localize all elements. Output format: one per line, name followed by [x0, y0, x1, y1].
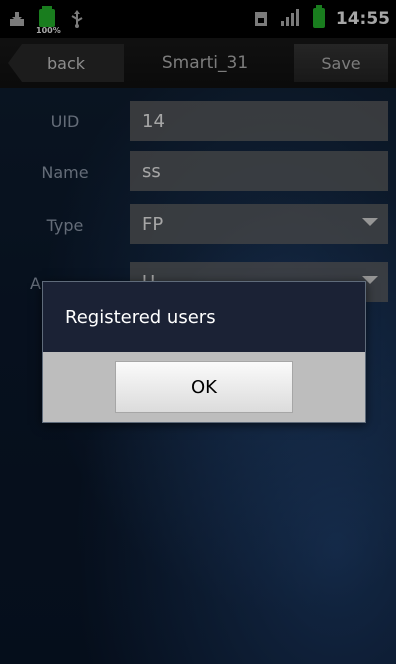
alert-dialog: Registered users OK: [42, 281, 366, 423]
dialog-message: Registered users: [65, 306, 216, 328]
ok-button[interactable]: OK: [115, 361, 293, 413]
dialog-button-bar: OK: [43, 352, 365, 422]
